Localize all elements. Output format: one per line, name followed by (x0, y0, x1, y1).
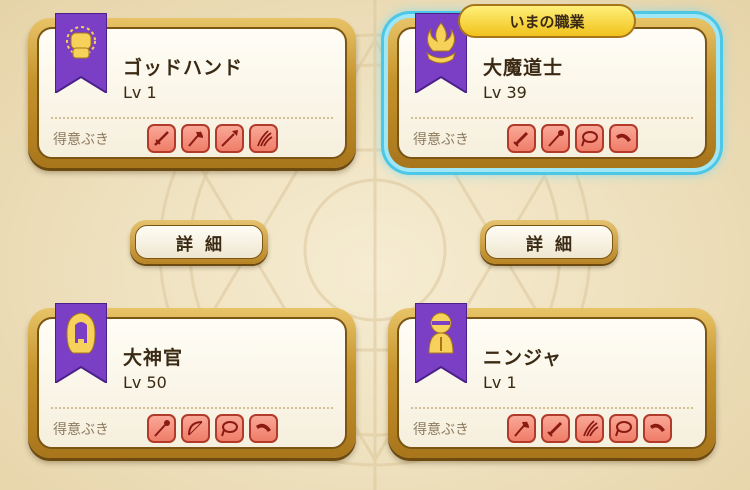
boomerang-icon (616, 133, 631, 142)
weapons-label: 得意ぶき (413, 132, 469, 148)
boomerang-icon (256, 423, 271, 432)
weapon-slot (609, 124, 638, 153)
job-name: ニンジャ (483, 347, 563, 369)
detail-button-label: 詳細 (485, 225, 613, 259)
current-job-tag: いまの職業 (458, 4, 636, 38)
weapon-slot (609, 414, 638, 443)
job-card-ninja[interactable]: ニンジャ Lv 1 得意ぶき (388, 303, 716, 458)
weapons-label: 得意ぶき (413, 422, 469, 438)
wand-icon (154, 420, 170, 437)
detail-button-label: 詳細 (135, 225, 263, 259)
job-level: Lv 1 (123, 83, 157, 102)
sword-icon (154, 131, 169, 146)
weapon-slot (215, 124, 244, 153)
weapon-slot (541, 414, 570, 443)
weapon-slot (181, 124, 210, 153)
job-card-panel: ゴッドハンド Lv 1 得意ぶき (37, 13, 347, 159)
job-name: ゴッドハンド (123, 57, 244, 79)
job-card-arch-mage[interactable]: 大魔道士 Lv 39 得意ぶき (388, 13, 716, 168)
job-card-high-priest[interactable]: 大神官 Lv 50 得意ぶき (28, 303, 356, 458)
job-name: 大魔道士 (483, 57, 564, 79)
claw-icon (257, 130, 273, 147)
divider (411, 117, 693, 119)
bow-icon (188, 421, 203, 436)
weapon-list (147, 414, 278, 443)
dagger-icon (513, 131, 529, 147)
claw-icon (583, 420, 599, 437)
job-name: 大神官 (123, 347, 184, 369)
weapon-slot (507, 124, 536, 153)
weapon-list (147, 124, 278, 153)
god-hand-fist-emblem-icon (55, 13, 107, 93)
weapon-slot (181, 414, 210, 443)
weapon-list (507, 124, 638, 153)
current-job-tag-label: いまの職業 (509, 12, 585, 31)
job-card-panel: 大魔道士 Lv 39 得意ぶき (397, 13, 707, 159)
weapon-slot (147, 414, 176, 443)
divider (51, 407, 333, 409)
axe-icon (514, 421, 529, 437)
weapon-slot (575, 124, 604, 153)
hooded-priest-emblem-icon (55, 303, 107, 383)
job-card-panel: 大神官 Lv 50 得意ぶき (37, 303, 347, 449)
weapon-slot (215, 414, 244, 443)
weapon-slot (575, 414, 604, 443)
whip-icon (581, 131, 598, 147)
detail-button-right[interactable]: 詳細 (480, 220, 618, 264)
wand-icon (548, 130, 564, 147)
whip-icon (615, 421, 632, 437)
boomerang-icon (650, 423, 665, 432)
detail-button-left[interactable]: 詳細 (130, 220, 268, 264)
divider (411, 407, 693, 409)
dagger-icon (547, 421, 563, 437)
job-level: Lv 1 (483, 373, 517, 392)
ninja-emblem-icon (415, 303, 467, 383)
job-card-god-hand[interactable]: ゴッドハンド Lv 1 得意ぶき (28, 13, 356, 168)
spear-icon (221, 130, 238, 147)
job-card-panel: ニンジャ Lv 1 得意ぶき (397, 303, 707, 449)
job-level: Lv 39 (483, 83, 527, 102)
axe-icon (188, 131, 203, 147)
weapon-slot (507, 414, 536, 443)
weapons-label: 得意ぶき (53, 132, 109, 148)
weapon-slot (249, 124, 278, 153)
weapon-slot (643, 414, 672, 443)
weapon-slot (249, 414, 278, 443)
whip-icon (221, 421, 238, 437)
job-level: Lv 50 (123, 373, 167, 392)
weapons-label: 得意ぶき (53, 422, 109, 438)
weapon-list (507, 414, 672, 443)
divider (51, 117, 333, 119)
weapon-slot (541, 124, 570, 153)
weapon-slot (147, 124, 176, 153)
